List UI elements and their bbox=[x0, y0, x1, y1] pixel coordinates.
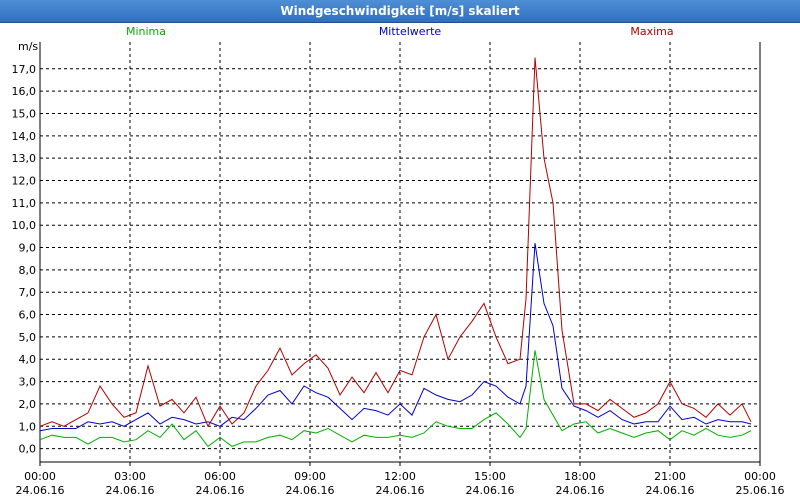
x-tick-time-label: 00:00 bbox=[24, 470, 56, 483]
x-tick-time-label: 00:00 bbox=[744, 470, 776, 483]
legend-mittelwerte: Mittelwerte bbox=[379, 25, 442, 38]
series-layer bbox=[39, 57, 752, 448]
x-tick-date-label: 24.06.16 bbox=[556, 484, 605, 497]
labels-layer: 0,0 1,0 2,0 3,0 4,0 5,0 6,0 7,0 8,0 9,0 10,0 11,0 12… bbox=[12, 25, 785, 497]
y-tick-label: 14,0 bbox=[12, 130, 37, 143]
x-tick-date-label: 24.06.16 bbox=[286, 484, 335, 497]
series-line-maxima bbox=[39, 57, 752, 428]
x-tick-date-label: 24.06.16 bbox=[16, 484, 65, 497]
x-tick-date-label: 24.06.16 bbox=[646, 484, 695, 497]
window-title: Windgeschwindigkeit [m/s] skaliert bbox=[0, 0, 800, 23]
y-tick-label: 17,0 bbox=[12, 63, 37, 76]
series-line-minima bbox=[39, 350, 752, 448]
y-tick-label: 5,0 bbox=[19, 331, 37, 344]
chart-window: Windgeschwindigkeit [m/s] skaliert 0,0 1,… bbox=[0, 0, 800, 500]
y-tick-label: 1,0 bbox=[19, 420, 37, 433]
legend-maxima: Maxima bbox=[630, 25, 673, 38]
x-tick-time-label: 18:00 bbox=[564, 470, 596, 483]
y-tick-label: 7,0 bbox=[19, 286, 37, 299]
y-tick-label: 15,0 bbox=[12, 107, 37, 120]
grid bbox=[40, 42, 760, 462]
x-tick-time-label: 12:00 bbox=[384, 470, 416, 483]
y-tick-label: 10,0 bbox=[12, 219, 37, 232]
x-tick-time-label: 09:00 bbox=[294, 470, 326, 483]
y-tick-label: 16,0 bbox=[12, 85, 37, 98]
x-tick-date-label: 24.06.16 bbox=[196, 484, 245, 497]
legend-minima: Minima bbox=[126, 25, 166, 38]
x-tick-time-label: 21:00 bbox=[654, 470, 686, 483]
y-tick-label: 11,0 bbox=[12, 197, 37, 210]
y-axis-unit-label: m/s bbox=[18, 40, 38, 53]
y-tick-label: 0,0 bbox=[19, 443, 37, 456]
y-tick-label: 6,0 bbox=[19, 309, 37, 322]
x-tick-time-label: 06:00 bbox=[204, 470, 236, 483]
y-tick-label: 9,0 bbox=[19, 242, 37, 255]
y-tick-label: 2,0 bbox=[19, 398, 37, 411]
y-tick-label: 8,0 bbox=[19, 264, 37, 277]
y-tick-label: 4,0 bbox=[19, 353, 37, 366]
y-tick-label: 13,0 bbox=[12, 152, 37, 165]
x-tick-time-label: 03:00 bbox=[114, 470, 146, 483]
x-tick-date-label: 24.06.16 bbox=[376, 484, 425, 497]
y-tick-label: 12,0 bbox=[12, 175, 37, 188]
x-tick-date-label: 24.06.16 bbox=[466, 484, 515, 497]
wind-speed-chart: 0,0 1,0 2,0 3,0 4,0 5,0 6,0 7,0 8,0 9,0 10,0 11,0 12… bbox=[12, 25, 785, 497]
y-tick-label: 3,0 bbox=[19, 376, 37, 389]
x-tick-date-label: 24.06.16 bbox=[106, 484, 155, 497]
x-tick-time-label: 15:00 bbox=[474, 470, 506, 483]
x-tick-date-label: 25.06.16 bbox=[736, 484, 785, 497]
